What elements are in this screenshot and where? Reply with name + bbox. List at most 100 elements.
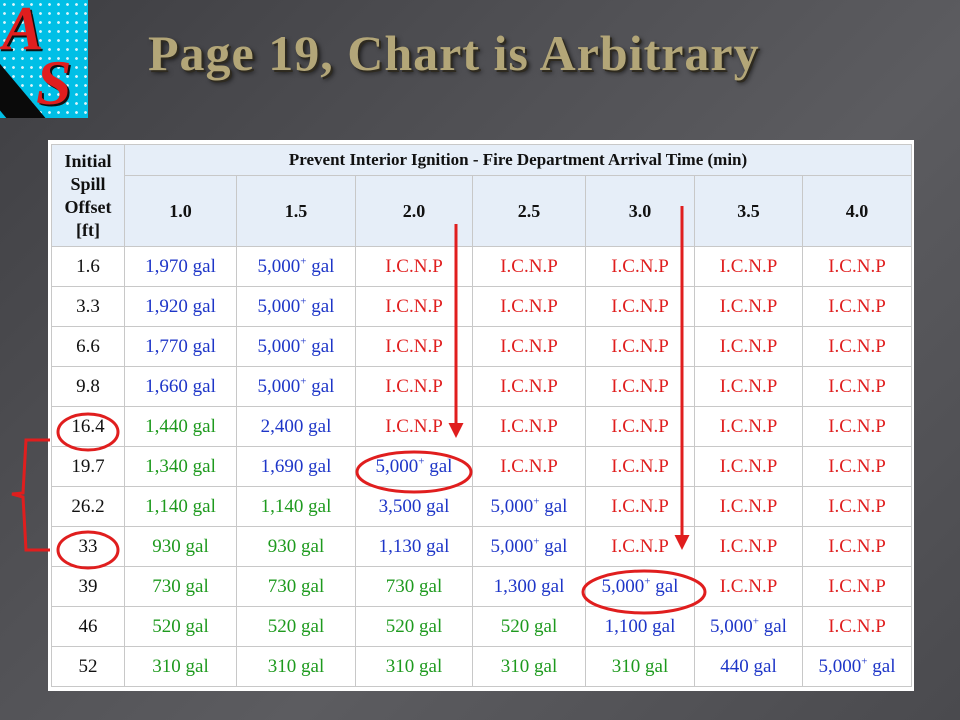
cell-unit: gal: [306, 295, 335, 317]
corner-header-line: Initial: [64, 150, 112, 171]
table-cell: 5,000+ gal: [236, 286, 356, 327]
spill-offset-cell: 3.3: [51, 286, 125, 327]
table-cell: 5,000+ gal: [355, 446, 473, 487]
cell-unit: gal: [306, 335, 335, 357]
corner-header-line: Spill: [70, 173, 106, 194]
table-row: 33 930 gal 930 gal 1,130 gal 5,000+ gal I.C.N…: [51, 526, 913, 567]
table-cell: 5,000+ gal: [472, 526, 586, 567]
table-cell: 310 gal: [585, 646, 695, 687]
table-cell: I.C.N.P: [355, 326, 473, 367]
spill-offset-cell: 52: [51, 646, 125, 687]
cell-value: 5,000: [375, 455, 419, 477]
table-cell: I.C.N.P: [472, 406, 586, 447]
table-row: 1.6 1,970 gal 5,000+ gal I.C.N.P I.C.N.P I.C.…: [51, 246, 913, 287]
spill-offset-cell: 33: [51, 526, 125, 567]
table-cell: 310 gal: [472, 646, 586, 687]
table-cell: 520 gal: [355, 606, 473, 647]
table-cell: 1,140 gal: [236, 486, 356, 527]
bracket-annotation: [11, 438, 50, 552]
table-cell: 730 gal: [355, 566, 473, 607]
table-cell: I.C.N.P: [585, 486, 695, 527]
table-cell: 930 gal: [124, 526, 237, 567]
corner-header-line: [ft]: [76, 219, 100, 240]
table-cell: 5,000+ gal: [236, 366, 356, 407]
cell-unit: gal: [539, 495, 568, 517]
table-cell: I.C.N.P: [694, 486, 803, 527]
table-row: 16.4 1,440 gal 2,400 gal I.C.N.P I.C.N.P I.C.…: [51, 406, 913, 447]
cell-unit: gal: [867, 655, 896, 677]
table-cell: 5,000+ gal: [236, 246, 356, 287]
table-cell: 310 gal: [236, 646, 356, 687]
column-header: 2.0: [355, 175, 473, 247]
table-cell: I.C.N.P: [585, 286, 695, 327]
table-cell: 1,300 gal: [472, 566, 586, 607]
table-cell: I.C.N.P: [801, 406, 913, 447]
table-cell: 1,970 gal: [124, 246, 237, 287]
spill-offset-cell: 26.2: [51, 486, 125, 527]
table-cell: 930 gal: [236, 526, 356, 567]
table-row: 6.6 1,770 gal 5,000+ gal I.C.N.P I.C.N.P I.C.…: [51, 326, 913, 367]
spill-offset-cell: 16.4: [51, 406, 125, 447]
cell-unit: gal: [306, 255, 335, 277]
table-cell: I.C.N.P: [472, 366, 586, 407]
table-cell: 310 gal: [355, 646, 473, 687]
table-cell: 5,000+ gal: [472, 486, 586, 527]
table-cell: I.C.N.P: [472, 286, 586, 327]
table-cell: I.C.N.P: [801, 566, 913, 607]
table-row: 3.3 1,920 gal 5,000+ gal I.C.N.P I.C.N.P I.C.…: [51, 286, 913, 327]
table-cell: 1,920 gal: [124, 286, 237, 327]
cell-value: 5,000: [710, 615, 753, 637]
table-cell: I.C.N.P: [355, 286, 473, 327]
table-row: 46 520 gal 520 gal 520 gal 520 gal 1,100 gal 5…: [51, 606, 913, 647]
table-cell: I.C.N.P: [472, 326, 586, 367]
corner-header-line: Offset: [64, 196, 112, 217]
table-cell: I.C.N.P: [694, 446, 803, 487]
spill-offset-cell: 6.6: [51, 326, 125, 367]
table-cell: 520 gal: [236, 606, 356, 647]
spill-offset-cell: 46: [51, 606, 125, 647]
table-cell: 2,400 gal: [236, 406, 356, 447]
cell-value: 5,000: [257, 335, 301, 357]
table-cell: I.C.N.P: [694, 366, 803, 407]
cell-unit: gal: [650, 575, 679, 597]
cell-unit: gal: [424, 455, 453, 477]
column-header: 4.0: [801, 175, 913, 247]
table-cell: 520 gal: [124, 606, 237, 647]
table-cell: 5,000+ gal: [801, 646, 913, 687]
cell-value: 5,000: [818, 655, 862, 677]
table-cell: I.C.N.P: [801, 286, 913, 327]
table-cell: I.C.N.P: [472, 246, 586, 287]
table-cell: I.C.N.P: [694, 326, 803, 367]
cell-unit: gal: [759, 615, 787, 637]
table-cell: I.C.N.P: [585, 406, 695, 447]
as-logo: A S: [0, 0, 88, 118]
table-cell: I.C.N.P: [694, 246, 803, 287]
table-row: 52 310 gal 310 gal 310 gal 310 gal 310 gal 440…: [51, 646, 913, 687]
table-cell: 1,660 gal: [124, 366, 237, 407]
table-cell: 1,140 gal: [124, 486, 237, 527]
table-cell: I.C.N.P: [585, 526, 695, 567]
table-cell: 1,100 gal: [585, 606, 695, 647]
table-cell: I.C.N.P: [694, 406, 803, 447]
column-header: 3.5: [694, 175, 803, 247]
table-cell: 5,000+ gal: [694, 606, 803, 647]
table-cell: I.C.N.P: [472, 446, 586, 487]
cell-unit: gal: [306, 375, 335, 397]
column-header: 3.0: [585, 175, 695, 247]
table-cell: I.C.N.P: [801, 246, 913, 287]
table-cell: I.C.N.P: [801, 606, 913, 647]
table-cell: I.C.N.P: [801, 486, 913, 527]
table-cell: I.C.N.P: [694, 286, 803, 327]
table-cell: I.C.N.P: [355, 366, 473, 407]
table-cell: I.C.N.P: [801, 366, 913, 407]
table-cell: 730 gal: [124, 566, 237, 607]
column-header: 1.5: [236, 175, 356, 247]
table-row: 19.7 1,340 gal 1,690 gal 5,000+ gal I.C.N.P I…: [51, 446, 913, 487]
spill-offset-cell: 19.7: [51, 446, 125, 487]
cell-value: 5,000: [490, 535, 534, 557]
table-cell: 1,130 gal: [355, 526, 473, 567]
corner-header: Initial Spill Offset [ft]: [51, 144, 125, 247]
cell-value: 5,000: [601, 575, 645, 597]
table-cell: 1,690 gal: [236, 446, 356, 487]
cell-value: 5,000: [257, 255, 301, 277]
